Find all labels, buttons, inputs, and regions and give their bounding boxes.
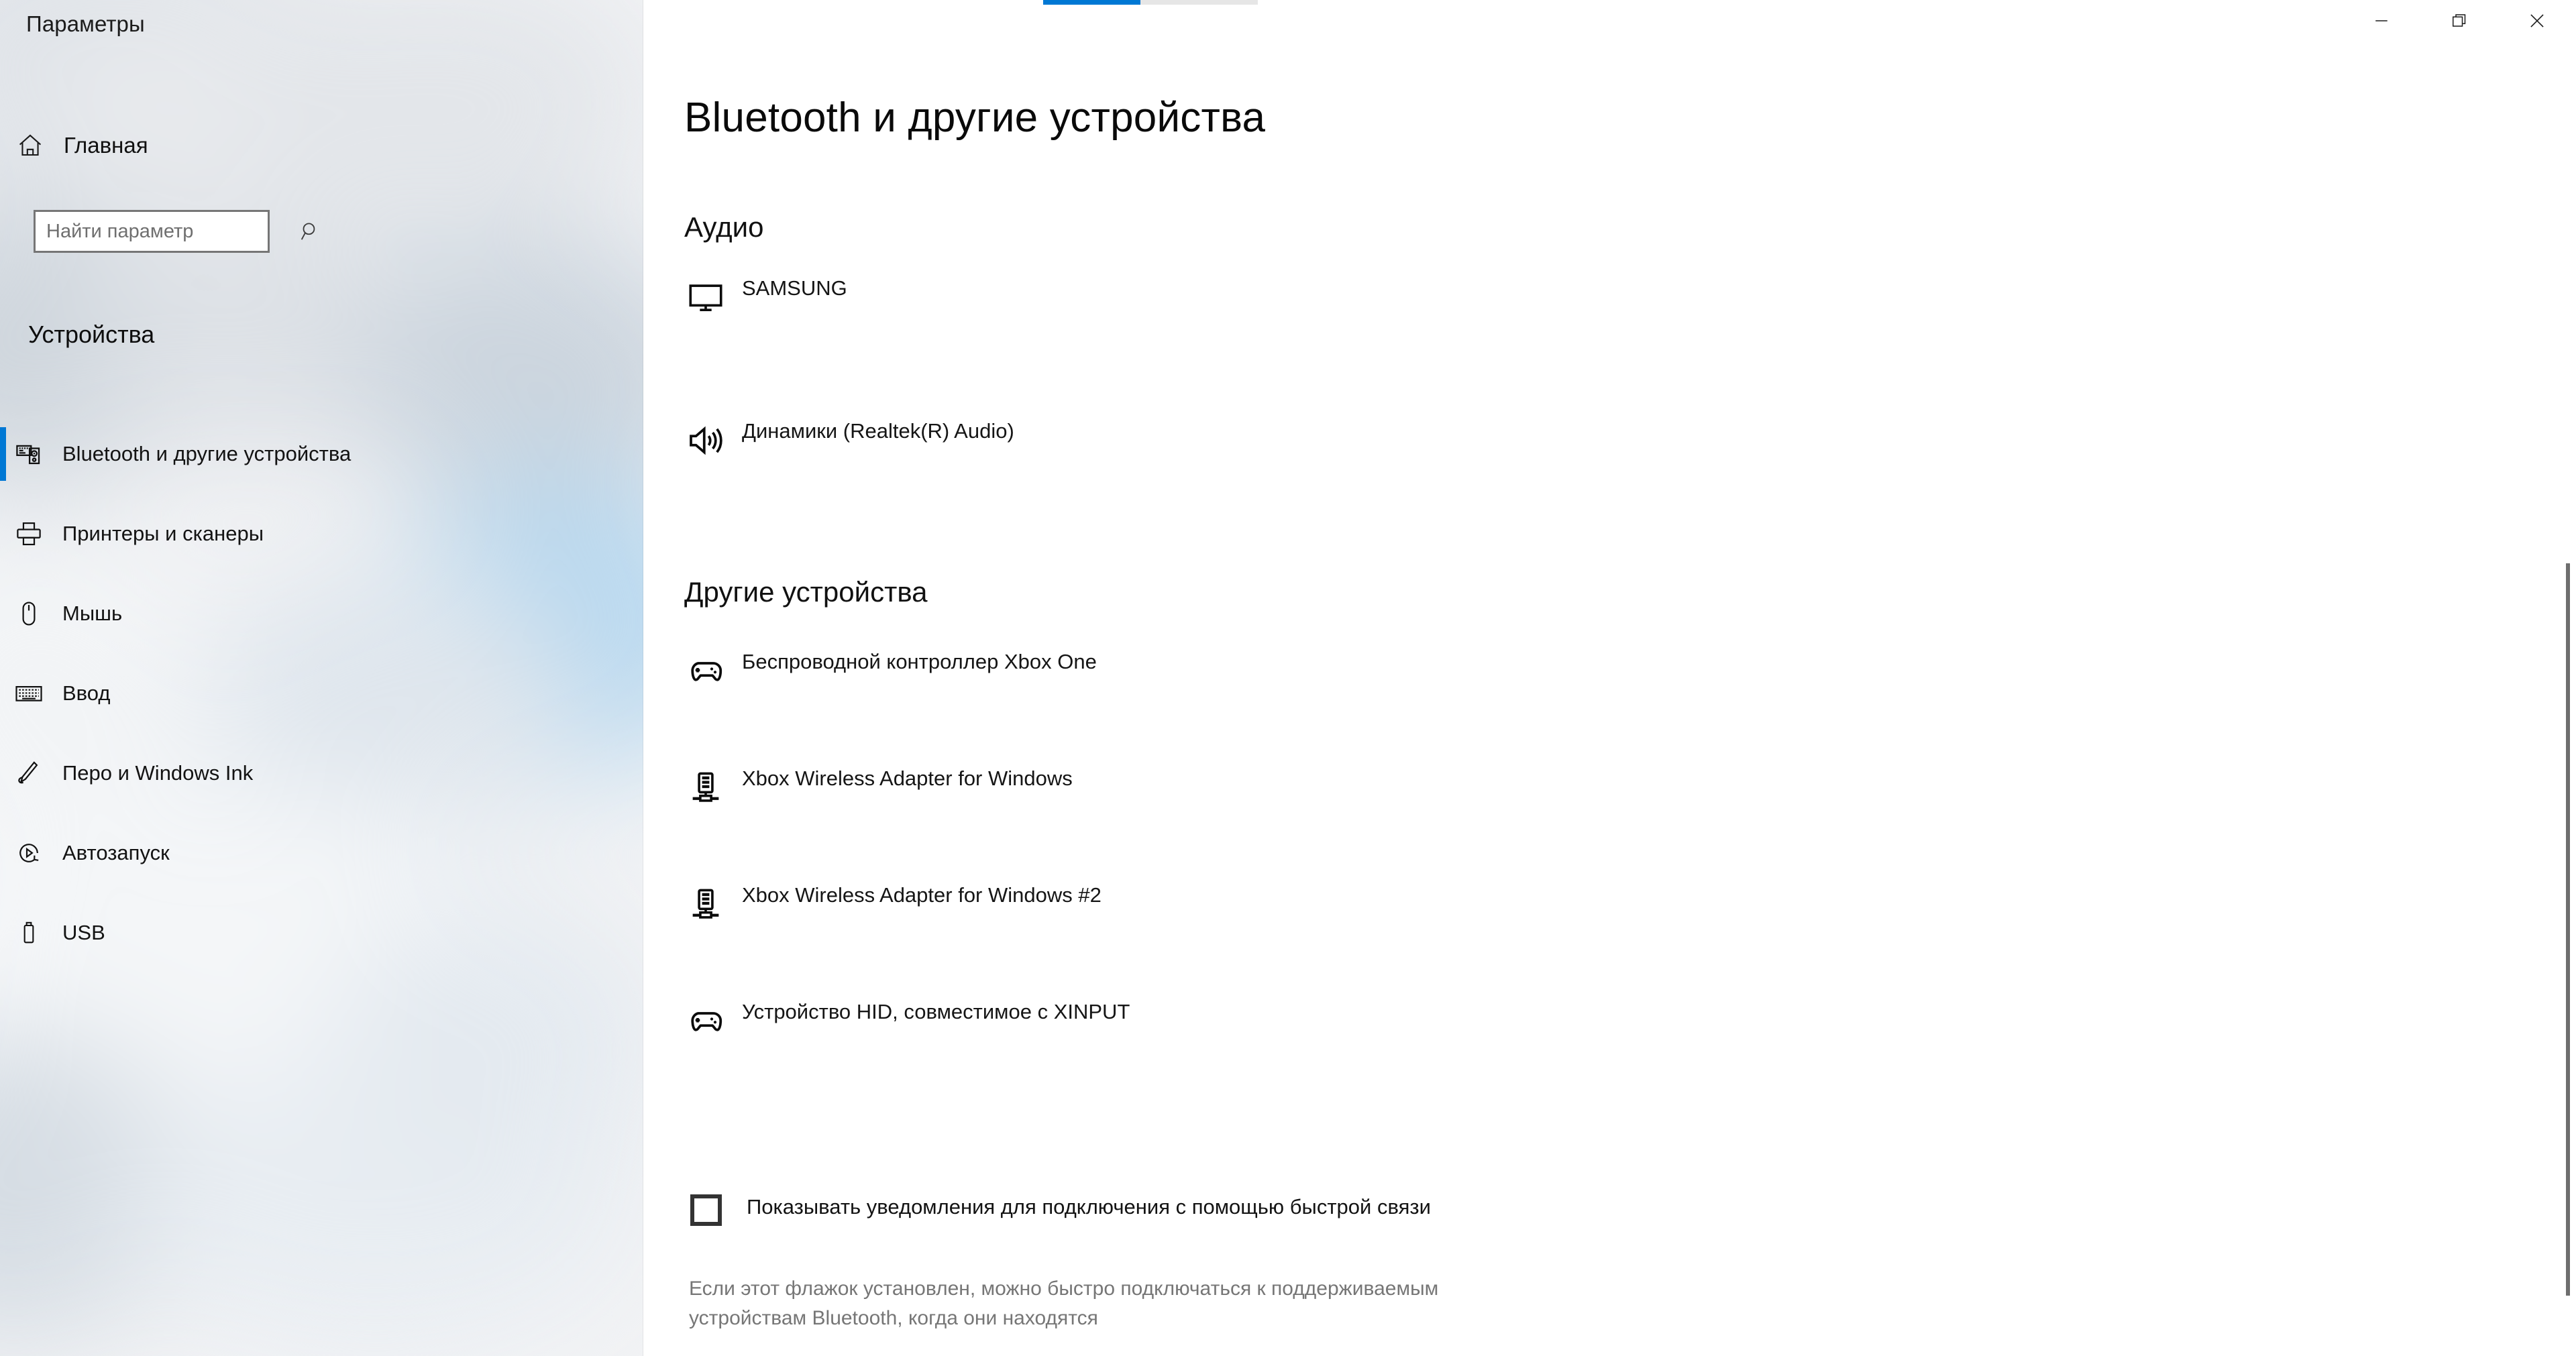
- usb-icon: [0, 919, 58, 946]
- sidebar-item-printers-label: Принтеры и сканеры: [62, 522, 264, 545]
- wireless-adapter-icon: [682, 881, 730, 929]
- autoplay-icon: [0, 839, 58, 867]
- device-row[interactable]: Динамики (Realtek(R) Audio): [682, 416, 1014, 465]
- content-pane: Bluetooth и другие устройства Аудио SAMS…: [644, 0, 2576, 1356]
- fast-pair-description: Если этот флажок установлен, можно быстр…: [689, 1278, 1439, 1329]
- sidebar-item-mouse-label: Мышь: [62, 602, 123, 625]
- sidebar-item-bluetooth-devices-label: Bluetooth и другие устройства: [62, 442, 352, 465]
- home-icon: [1, 131, 59, 160]
- device-name: Динамики (Realtek(R) Audio): [742, 419, 1014, 443]
- device-name: Беспроводной контроллер Xbox One: [742, 650, 1097, 673]
- sidebar-item-pen-windows-ink-label: Перо и Windows Ink: [62, 761, 254, 785]
- keyboard-icon: [0, 679, 58, 708]
- device-name: Xbox Wireless Adapter for Windows #2: [742, 883, 1102, 907]
- device-row[interactable]: Беспроводной контроллер Xbox One: [682, 647, 1097, 695]
- sidebar-item-home[interactable]: Главная: [0, 115, 643, 176]
- pen-icon: [0, 759, 58, 787]
- sidebar-group-heading: Устройства: [28, 321, 155, 348]
- device-row[interactable]: SAMSUNG: [682, 274, 847, 322]
- device-name: SAMSUNG: [742, 276, 847, 300]
- section-heading-audio: Аудио: [684, 211, 764, 243]
- top-progress-bar: [1043, 0, 1258, 5]
- sidebar-item-typing[interactable]: Ввод: [0, 661, 643, 726]
- window-controls: [2343, 0, 2576, 42]
- fast-pair-label[interactable]: Показывать уведомления для подключения с…: [747, 1192, 1619, 1222]
- device-row[interactable]: Устройство HID, совместимое с XINPUT: [682, 997, 1130, 1046]
- wireless-adapter-icon: [682, 764, 730, 812]
- bluetooth-devices-icon: [0, 439, 58, 469]
- device-name: Xbox Wireless Adapter for Windows: [742, 767, 1073, 790]
- monitor-icon: [682, 274, 730, 322]
- restore-button[interactable]: [2420, 0, 2498, 42]
- sidebar-item-typing-label: Ввод: [62, 681, 111, 705]
- printer-icon: [0, 520, 58, 548]
- sidebar-item-usb[interactable]: USB: [0, 900, 643, 966]
- gamepad-icon: [682, 997, 730, 1046]
- sidebar-item-pen-windows-ink[interactable]: Перо и Windows Ink: [0, 740, 643, 806]
- gamepad-icon: [682, 647, 730, 695]
- speaker-icon: [682, 416, 730, 465]
- top-progress-fill: [1043, 0, 1140, 5]
- search-box[interactable]: [34, 210, 315, 253]
- window-title: Параметры: [26, 11, 145, 36]
- sidebar-item-printers[interactable]: Принтеры и сканеры: [0, 501, 643, 567]
- page-title: Bluetooth и другие устройства: [684, 95, 1266, 141]
- device-name: Устройство HID, совместимое с XINPUT: [742, 1000, 1130, 1023]
- selection-indicator: [0, 427, 6, 481]
- sidebar-item-usb-label: USB: [62, 921, 105, 944]
- mouse-icon: [0, 600, 58, 628]
- sidebar-item-autoplay[interactable]: Автозапуск: [0, 820, 643, 886]
- scrollbar-thumb[interactable]: [2566, 563, 2570, 1296]
- section-heading-other-devices: Другие устройства: [684, 576, 928, 608]
- sidebar-item-autoplay-label: Автозапуск: [62, 841, 170, 864]
- sidebar-item-mouse[interactable]: Мышь: [0, 581, 643, 646]
- sidebar-item-bluetooth-devices[interactable]: Bluetooth и другие устройства: [0, 421, 643, 487]
- sidebar-item-home-label: Главная: [64, 133, 148, 158]
- sidebar: Параметры Главная Устройства: [0, 0, 643, 1356]
- device-row[interactable]: Xbox Wireless Adapter for Windows #2: [682, 881, 1102, 929]
- scrollbar[interactable]: [2556, 0, 2576, 1356]
- settings-window: Параметры Главная Устройства: [0, 0, 2576, 1356]
- device-row[interactable]: Xbox Wireless Adapter for Windows: [682, 764, 1073, 812]
- search-input[interactable]: [36, 212, 299, 251]
- search-icon[interactable]: [299, 212, 322, 251]
- minimize-button[interactable]: [2343, 0, 2420, 42]
- fast-pair-checkbox[interactable]: [690, 1194, 722, 1226]
